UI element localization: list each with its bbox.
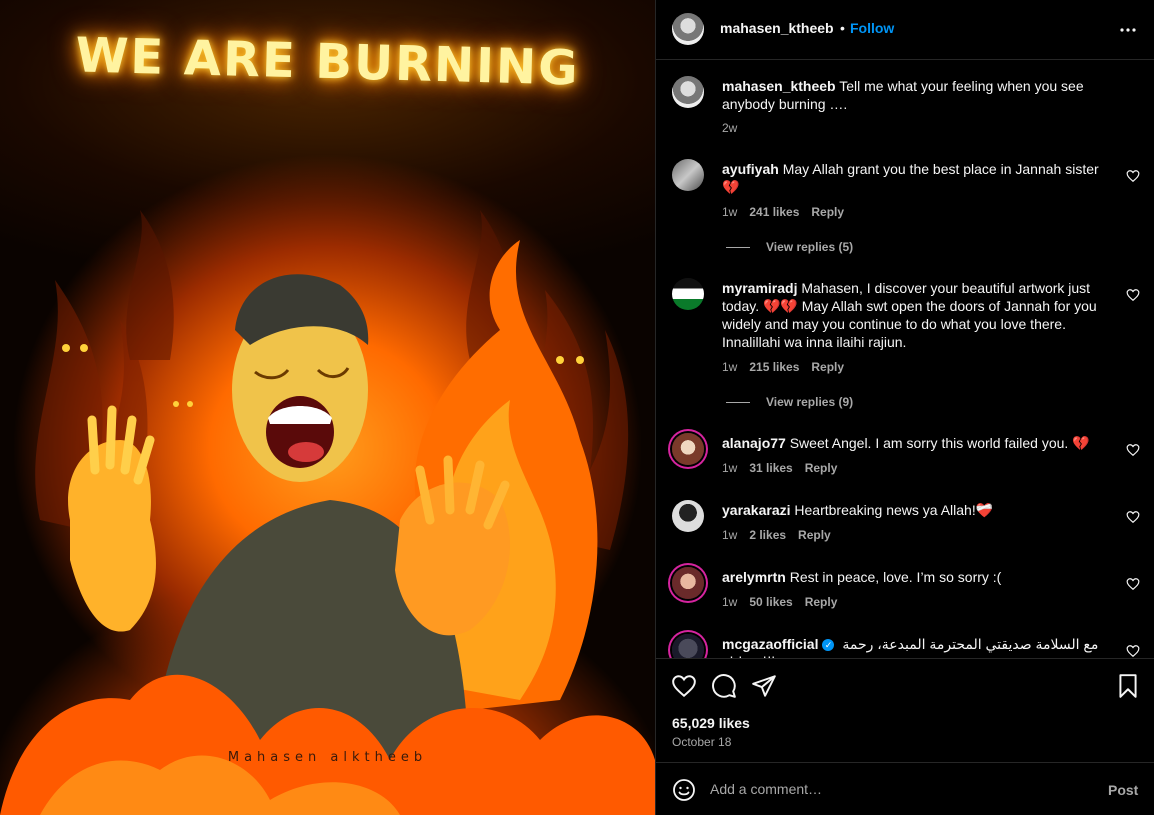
comment-composer: Post (656, 762, 1154, 815)
post-side-panel: mahasen_ktheeb • Follow mahasen_ktheeb T… (655, 0, 1154, 815)
comment-username[interactable]: mcgazaofficial (722, 636, 818, 652)
comment-text: myramiradj Mahasen, I discover your beau… (722, 279, 1102, 351)
comment-time: 1w (722, 360, 738, 374)
verified-badge-icon: ✓ (822, 639, 835, 652)
view-replies-line (726, 246, 750, 248)
comment-time: 1w (722, 461, 738, 475)
comment-meta: 1w 31 likes Reply (722, 461, 837, 475)
comment-meta: 1w 241 likes Reply (722, 205, 844, 219)
caption-text: mahasen_ktheeb Tell me what your feeling… (722, 77, 1102, 113)
comment-like-heart-icon[interactable] (1126, 644, 1140, 658)
comment-body: May Allah grant you the best place in Ja… (722, 161, 1099, 195)
comment-text: mcgazaofficial ✓ مع السلامة صديقتي المحتر… (722, 635, 1102, 658)
emoji-icon[interactable] (672, 778, 696, 802)
comment-input[interactable] (710, 777, 1080, 801)
reply-button[interactable]: Reply (811, 205, 844, 219)
post-header: mahasen_ktheeb • Follow (656, 0, 1154, 60)
comment-username[interactable]: alanajo77 (722, 435, 786, 451)
heart-icon[interactable] (671, 673, 697, 699)
comment-like-heart-icon[interactable] (1126, 510, 1140, 524)
caption-avatar[interactable] (672, 76, 704, 108)
comment-username[interactable]: myramiradj (722, 280, 797, 296)
comment-username[interactable]: arelymrtn (722, 569, 786, 585)
artwork-signature: Mahasen alktheeb (227, 750, 428, 765)
comment-body: Heartbreaking news ya Allah!❤️‍🩹 (794, 502, 994, 518)
comment-avatar[interactable] (672, 567, 704, 599)
reply-button[interactable]: Reply (798, 528, 831, 542)
comment-like-heart-icon[interactable] (1126, 288, 1140, 302)
reply-button[interactable]: Reply (811, 360, 844, 374)
comment-time: 1w (722, 528, 738, 542)
post-likes-count[interactable]: 65,029 likes (672, 715, 750, 731)
comment-text: ayufiyah May Allah grant you the best pl… (722, 160, 1102, 196)
comment-meta: 1w 215 likes Reply (722, 360, 844, 374)
reply-button[interactable]: Reply (805, 595, 838, 609)
comment-meta: 1w 2 likes Reply (722, 528, 831, 542)
comment-avatar[interactable] (672, 278, 704, 310)
comment-avatar[interactable] (672, 634, 704, 658)
view-replies-label: View replies (5) (766, 240, 854, 254)
share-icon[interactable] (751, 673, 777, 699)
comment-likes[interactable]: 215 likes (749, 360, 799, 374)
comment-like-heart-icon[interactable] (1126, 169, 1140, 183)
reply-button[interactable]: Reply (805, 461, 838, 475)
comment-text: yarakarazi Heartbreaking news ya Allah!❤… (722, 501, 1102, 519)
comment-avatar[interactable] (672, 433, 704, 465)
comment-likes[interactable]: 2 likes (749, 528, 786, 542)
burning-figure-illustration (0, 210, 655, 815)
comment-meta: 1w 50 likes Reply (722, 595, 837, 609)
caption-time: 2w (722, 121, 738, 135)
bookmark-icon[interactable] (1115, 673, 1141, 699)
comments-list[interactable]: mahasen_ktheeb Tell me what your feeling… (656, 60, 1154, 658)
view-replies-label: View replies (9) (766, 395, 854, 409)
caption-meta: 2w (722, 121, 737, 135)
post-image[interactable]: WE ARE BURNING Mahasen alktheeb (0, 0, 655, 815)
comment-like-heart-icon[interactable] (1126, 443, 1140, 457)
view-replies-button[interactable]: View replies (5) (726, 240, 853, 254)
comment-like-heart-icon[interactable] (1126, 577, 1140, 591)
comment-avatar[interactable] (672, 500, 704, 532)
comment-username[interactable]: ayufiyah (722, 161, 779, 177)
post-date: October 18 (672, 735, 732, 749)
comment-likes[interactable]: 241 likes (749, 205, 799, 219)
comment-body: Sweet Angel. I am sorry this world faile… (789, 435, 1090, 451)
comment-avatar[interactable] (672, 159, 704, 191)
comment-icon[interactable] (711, 673, 737, 699)
comment-text: arelymrtn Rest in peace, love. I’m so so… (722, 568, 1102, 586)
separator-dot: • (840, 20, 845, 36)
comment-text: alanajo77 Sweet Angel. I am sorry this w… (722, 434, 1102, 452)
comment-body: Rest in peace, love. I’m so sorry :( (789, 569, 1002, 585)
comment-likes[interactable]: 31 likes (749, 461, 792, 475)
caption-username[interactable]: mahasen_ktheeb (722, 78, 836, 94)
post-comment-button[interactable]: Post (1108, 782, 1138, 798)
comment-username[interactable]: yarakarazi (722, 502, 791, 518)
post-actions: 65,029 likes October 18 (656, 658, 1154, 762)
view-replies-button[interactable]: View replies (9) (726, 395, 853, 409)
author-avatar[interactable] (672, 13, 704, 45)
comment-time: 1w (722, 595, 738, 609)
more-icon[interactable] (1116, 18, 1140, 42)
comment-likes[interactable]: 50 likes (749, 595, 792, 609)
follow-button[interactable]: Follow (850, 20, 894, 36)
author-username[interactable]: mahasen_ktheeb (720, 20, 834, 36)
instagram-post: WE ARE BURNING Mahasen alktheeb mahasen_… (0, 0, 1154, 815)
comment-time: 1w (722, 205, 738, 219)
view-replies-line (726, 401, 750, 403)
